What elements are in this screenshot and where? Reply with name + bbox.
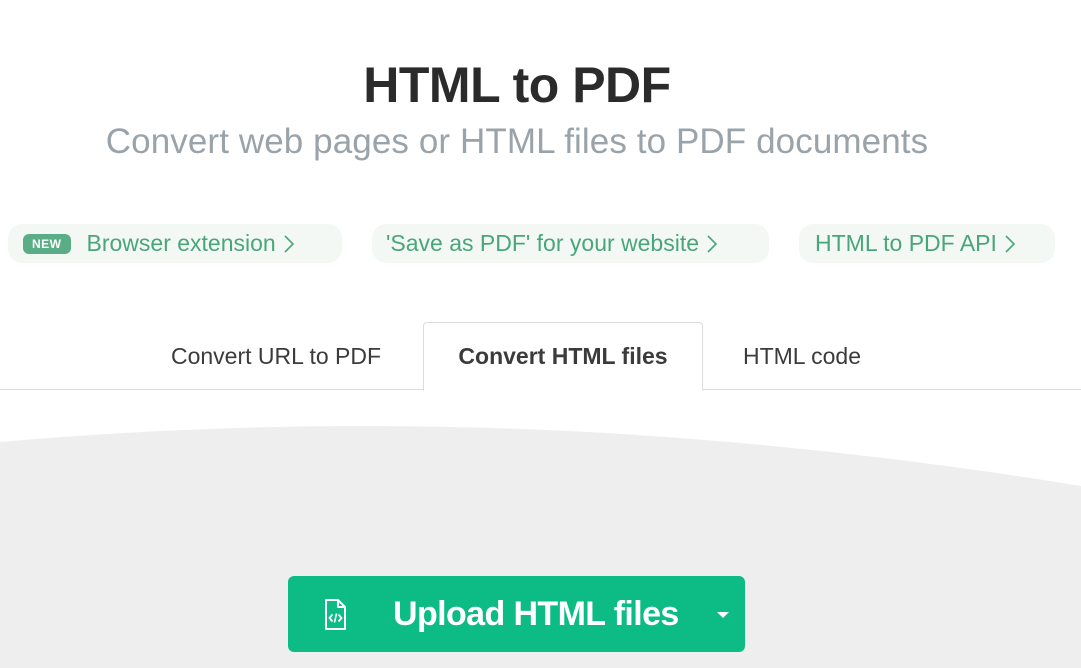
upload-html-files-label: Upload HTML files <box>393 595 679 633</box>
html-file-icon <box>319 598 351 632</box>
html-to-pdf-api-link[interactable]: HTML to PDF API <box>799 224 1055 263</box>
chevron-right-icon <box>705 234 719 254</box>
tab-convert-html-files[interactable]: Convert HTML files <box>423 322 703 391</box>
tab-html-code[interactable]: HTML code <box>712 322 892 390</box>
tab-convert-url[interactable]: Convert URL to PDF <box>148 322 404 390</box>
page-title: HTML to PDF <box>363 57 671 113</box>
browser-extension-label: Browser extension <box>86 230 276 256</box>
chevron-right-icon <box>282 234 296 254</box>
browser-extension-link[interactable]: NEW Browser extension <box>8 224 342 263</box>
page-subtitle: Convert web pages or HTML files to PDF d… <box>105 122 929 161</box>
chevron-right-icon <box>1003 234 1017 254</box>
save-as-pdf-link[interactable]: 'Save as PDF' for your website <box>372 224 769 263</box>
html-to-pdf-api-label: HTML to PDF API <box>815 230 997 256</box>
save-as-pdf-label: 'Save as PDF' for your website <box>386 230 700 256</box>
new-badge: NEW <box>23 233 71 254</box>
upload-html-files-button[interactable]: Upload HTML files <box>288 576 745 652</box>
caret-down-icon[interactable] <box>701 598 745 632</box>
